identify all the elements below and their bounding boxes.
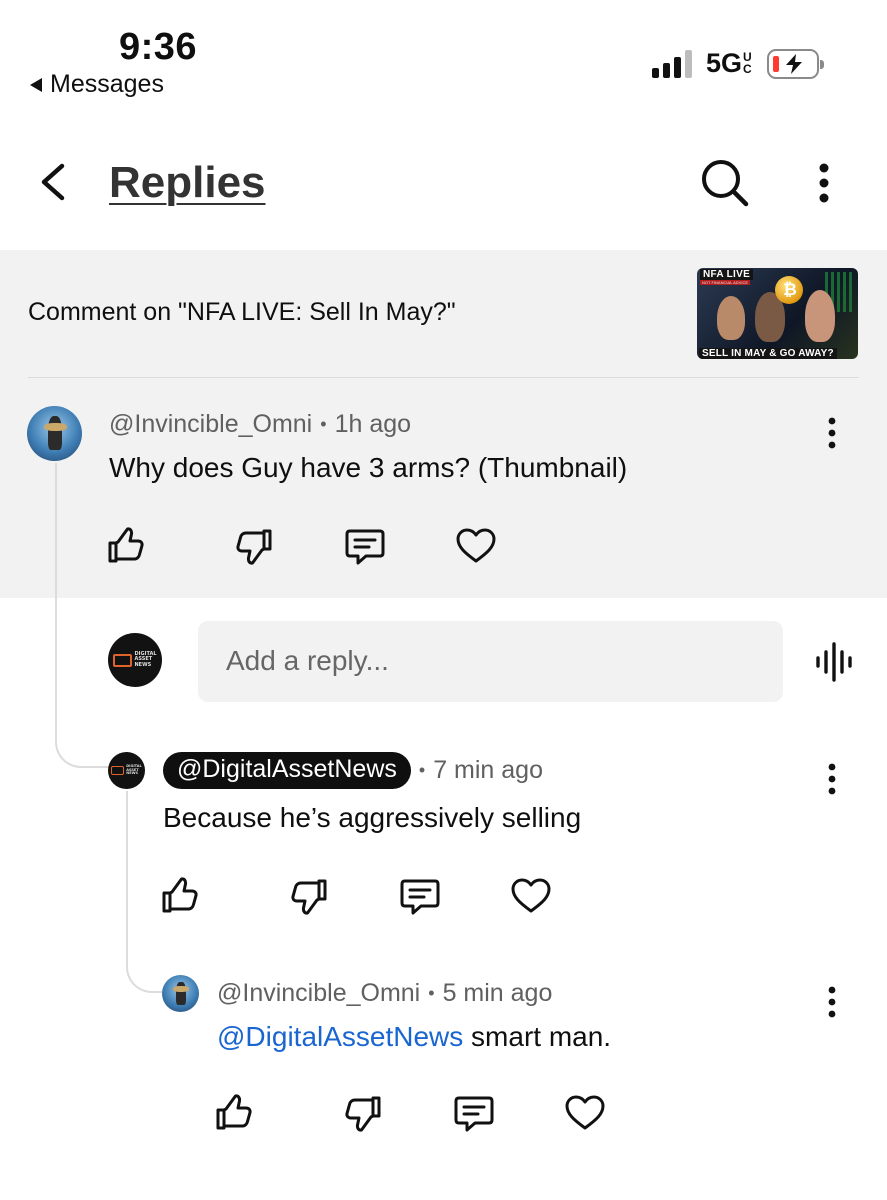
reply-time: 7 min ago (433, 756, 543, 784)
heart-icon (511, 878, 551, 913)
more-vertical-icon (828, 763, 836, 795)
comment-author[interactable]: @Invincible_Omni (109, 410, 312, 439)
bitcoin-icon (775, 276, 803, 304)
like-button[interactable] (214, 1092, 254, 1137)
like-button[interactable] (160, 875, 200, 920)
avatar[interactable]: DIGITAL ASSET NEWS (108, 752, 145, 789)
add-reply-input[interactable]: Add a reply... (198, 621, 783, 702)
divider (28, 377, 859, 378)
thumbs-up-icon (162, 877, 198, 913)
reply-more-button[interactable] (821, 985, 843, 1024)
voice-icon (816, 642, 852, 682)
comment-time: 1h ago (334, 410, 412, 438)
thumbs-down-icon (345, 1096, 381, 1132)
comment-text: Why does Guy have 3 arms? (Thumbnail) (109, 452, 628, 483)
more-vertical-icon (828, 417, 836, 449)
chevron-left-icon (41, 163, 65, 201)
status-time: 9:36 (119, 26, 198, 68)
back-triangle-icon (30, 77, 42, 92)
comment-meta: @Invincible_Omni • 1h ago (109, 410, 412, 439)
reply-button[interactable] (344, 527, 386, 572)
search-icon (702, 160, 749, 207)
thumbnail-sub-text: NOT FINANCIAL ADVICE (700, 280, 751, 285)
reply-text: @DigitalAssetNews smart man. (217, 1021, 611, 1053)
search-button[interactable] (699, 157, 751, 214)
thumbs-up-icon (108, 527, 144, 563)
reply-more-button[interactable] (821, 762, 843, 801)
thread-line (126, 791, 162, 993)
more-options-button[interactable] (812, 160, 836, 211)
video-thumbnail[interactable]: NFA LIVE NOT FINANCIAL ADVICE SELL IN MA… (697, 268, 858, 359)
dislike-button[interactable] (234, 527, 274, 572)
heart-button[interactable] (510, 877, 552, 920)
more-vertical-icon (819, 163, 829, 203)
reply-text: Because he’s aggressively selling (163, 802, 582, 833)
reply-time: 5 min ago (442, 979, 553, 1007)
heart-button[interactable] (455, 527, 497, 570)
dislike-button[interactable] (289, 877, 329, 922)
comment-icon (454, 1096, 494, 1132)
thumbnail-bottom-text: SELL IN MAY & GO AWAY? (699, 348, 837, 359)
status-indicators: 5G UC (651, 48, 824, 79)
signal-icon (651, 49, 692, 78)
reply-author[interactable]: @Invincible_Omni (217, 979, 420, 1008)
back-to-messages-link[interactable]: Messages (30, 70, 164, 99)
reply-meta: @Invincible_Omni • 5 min ago (217, 979, 553, 1008)
comment-icon (345, 529, 385, 565)
heart-icon (565, 1095, 605, 1130)
reply-text-rest: smart man. (463, 1021, 612, 1052)
network-indicator: 5G UC (705, 48, 752, 78)
back-app-label: Messages (50, 70, 164, 98)
page-title: Replies (109, 158, 266, 207)
like-button[interactable] (106, 525, 146, 570)
thumbs-down-icon (291, 879, 327, 915)
heart-icon (456, 528, 496, 563)
thumbs-up-icon (216, 1094, 252, 1130)
voice-input-button[interactable] (814, 641, 854, 688)
thumbs-down-icon (236, 529, 272, 565)
reply-meta: @DigitalAssetNews • 7 min ago (163, 752, 543, 789)
my-avatar: DIGITAL ASSET NEWS (108, 633, 162, 687)
reply-button[interactable] (453, 1094, 495, 1139)
reply-button[interactable] (399, 877, 441, 922)
avatar[interactable] (162, 975, 199, 1012)
thread-line (55, 463, 108, 768)
thumbnail-top-text: NFA LIVE (700, 269, 754, 280)
battery-icon (767, 48, 824, 79)
comment-icon (400, 879, 440, 915)
comment-more-button[interactable] (821, 416, 843, 455)
back-button[interactable] (34, 162, 70, 207)
more-vertical-icon (828, 986, 836, 1018)
dislike-button[interactable] (343, 1094, 383, 1139)
comment-on-label: Comment on "NFA LIVE: Sell In May?" (28, 298, 456, 326)
heart-button[interactable] (564, 1094, 606, 1137)
mention-link[interactable]: @DigitalAssetNews (217, 1021, 463, 1052)
reply-author-highlight[interactable]: @DigitalAssetNews (163, 752, 411, 789)
avatar[interactable] (27, 406, 82, 461)
